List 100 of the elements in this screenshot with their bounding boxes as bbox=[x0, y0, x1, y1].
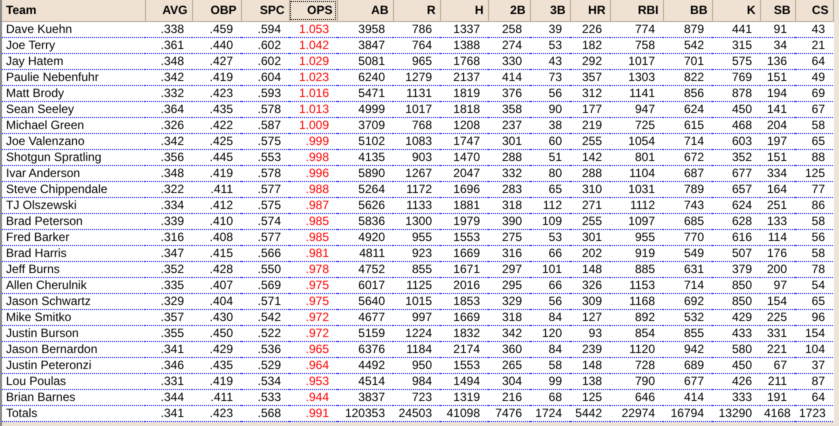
column-header[interactable]: SB bbox=[760, 0, 795, 21]
stat-cell: 96 bbox=[795, 309, 833, 325]
stat-cell: 330 bbox=[488, 53, 530, 69]
column-header[interactable]: AB bbox=[337, 0, 393, 21]
stat-cell: 68 bbox=[530, 389, 570, 405]
stat-cell: 790 bbox=[610, 373, 663, 389]
stat-cell: 768 bbox=[393, 117, 440, 133]
stat-cell: 258 bbox=[488, 21, 530, 37]
stat-cell: 304 bbox=[488, 373, 530, 389]
stat-cell: 16794 bbox=[663, 405, 712, 421]
stat-cell: 5102 bbox=[337, 133, 393, 149]
stat-cell: 202 bbox=[570, 245, 610, 261]
stat-cell: .347 bbox=[145, 245, 192, 261]
stat-cell: .569 bbox=[241, 277, 289, 293]
stat-cell: 104 bbox=[795, 341, 833, 357]
column-header[interactable]: Team bbox=[2, 0, 145, 21]
stat-cell: 3837 bbox=[337, 389, 393, 405]
stat-cell: 109 bbox=[530, 213, 570, 229]
column-header[interactable]: 2B bbox=[488, 0, 530, 21]
team-name-cell: Allen Cherulnik bbox=[2, 277, 145, 293]
stat-cell: 1.016 bbox=[289, 85, 337, 101]
team-name-cell: Michael Green bbox=[2, 117, 145, 133]
stat-cell: 216 bbox=[488, 389, 530, 405]
stat-cell: 1104 bbox=[610, 165, 663, 181]
stat-cell: 5836 bbox=[337, 213, 393, 229]
stat-cell: 879 bbox=[663, 21, 712, 37]
stat-cell: 575 bbox=[712, 53, 760, 69]
column-header[interactable]: SPC bbox=[241, 0, 289, 21]
stat-cell: 1300 bbox=[393, 213, 440, 229]
stat-cell: .435 bbox=[192, 357, 241, 373]
stat-cell: 65 bbox=[795, 133, 833, 149]
column-header[interactable]: R bbox=[393, 0, 440, 21]
stat-cell: 301 bbox=[570, 229, 610, 245]
column-header[interactable]: BB bbox=[663, 0, 712, 21]
team-name-cell: Jeff Burns bbox=[2, 261, 145, 277]
stat-cell: 288 bbox=[570, 165, 610, 181]
stat-cell: 332 bbox=[488, 165, 530, 181]
team-name-cell: Justin Peteronzi bbox=[2, 357, 145, 373]
stat-cell: .550 bbox=[241, 261, 289, 277]
stat-cell: 69 bbox=[795, 85, 833, 101]
stat-cell: 297 bbox=[488, 261, 530, 277]
stat-cell: 237 bbox=[488, 117, 530, 133]
column-header[interactable]: RBI bbox=[610, 0, 663, 21]
stat-cell: .988 bbox=[289, 181, 337, 197]
stat-cell: 120353 bbox=[337, 405, 393, 421]
column-header[interactable]: CS bbox=[795, 0, 833, 21]
stat-cell: 239 bbox=[570, 341, 610, 357]
stat-cell: 950 bbox=[393, 357, 440, 373]
stat-cell: .571 bbox=[241, 293, 289, 309]
stat-cell: 685 bbox=[663, 213, 712, 229]
team-name-cell: Lou Poulas bbox=[2, 373, 145, 389]
stat-cell: 1.009 bbox=[289, 117, 337, 133]
stat-cell: 672 bbox=[663, 149, 712, 165]
stat-cell: 855 bbox=[663, 325, 712, 341]
stat-cell: .419 bbox=[192, 165, 241, 181]
stat-cell: 692 bbox=[663, 293, 712, 309]
team-name-cell: TJ Olszewski bbox=[2, 197, 145, 213]
stat-cell: 714 bbox=[663, 133, 712, 149]
stat-cell: 275 bbox=[488, 229, 530, 245]
stat-cell: .450 bbox=[192, 325, 241, 341]
stat-cell: 723 bbox=[393, 389, 440, 405]
stat-cell: 51 bbox=[530, 149, 570, 165]
stat-cell: 2047 bbox=[440, 165, 488, 181]
column-header[interactable]: AVG bbox=[145, 0, 192, 21]
stat-cell: .593 bbox=[241, 85, 289, 101]
stat-cell: .944 bbox=[289, 389, 337, 405]
stat-cell: 182 bbox=[570, 37, 610, 53]
stat-cell: 255 bbox=[570, 133, 610, 149]
stat-cell: 801 bbox=[610, 149, 663, 165]
stat-cell: 2174 bbox=[440, 341, 488, 357]
stat-cell: 5442 bbox=[570, 405, 610, 421]
stat-cell: 64 bbox=[795, 53, 833, 69]
column-header[interactable]: OPS bbox=[289, 0, 337, 21]
stat-cell: 441 bbox=[712, 21, 760, 37]
stat-cell: 616 bbox=[712, 229, 760, 245]
stat-cell: 125 bbox=[795, 165, 833, 181]
stat-cell: .953 bbox=[289, 373, 337, 389]
column-header[interactable]: H bbox=[440, 0, 488, 21]
stat-cell: 6017 bbox=[337, 277, 393, 293]
stat-cell: 1669 bbox=[440, 245, 488, 261]
column-header[interactable]: 3B bbox=[530, 0, 570, 21]
column-header[interactable]: HR bbox=[570, 0, 610, 21]
stat-cell: 127 bbox=[570, 309, 610, 325]
stat-cell: .411 bbox=[192, 389, 241, 405]
stat-cell: 271 bbox=[570, 197, 610, 213]
stat-cell: 2016 bbox=[440, 277, 488, 293]
stat-cell: 58 bbox=[795, 117, 833, 133]
stat-cell: .522 bbox=[241, 325, 289, 341]
stat-cell: 4168 bbox=[760, 405, 795, 421]
stat-cell: 1153 bbox=[610, 277, 663, 293]
column-header[interactable]: K bbox=[712, 0, 760, 21]
stat-cell: 856 bbox=[663, 85, 712, 101]
stat-cell: 1017 bbox=[610, 53, 663, 69]
stat-cell: 1553 bbox=[440, 229, 488, 245]
team-name-cell: Brian Barnes bbox=[2, 389, 145, 405]
stat-cell: 903 bbox=[393, 149, 440, 165]
stat-cell: 1267 bbox=[393, 165, 440, 181]
column-header[interactable]: OBP bbox=[192, 0, 241, 21]
stat-cell: 615 bbox=[663, 117, 712, 133]
stat-cell: 56 bbox=[795, 229, 833, 245]
